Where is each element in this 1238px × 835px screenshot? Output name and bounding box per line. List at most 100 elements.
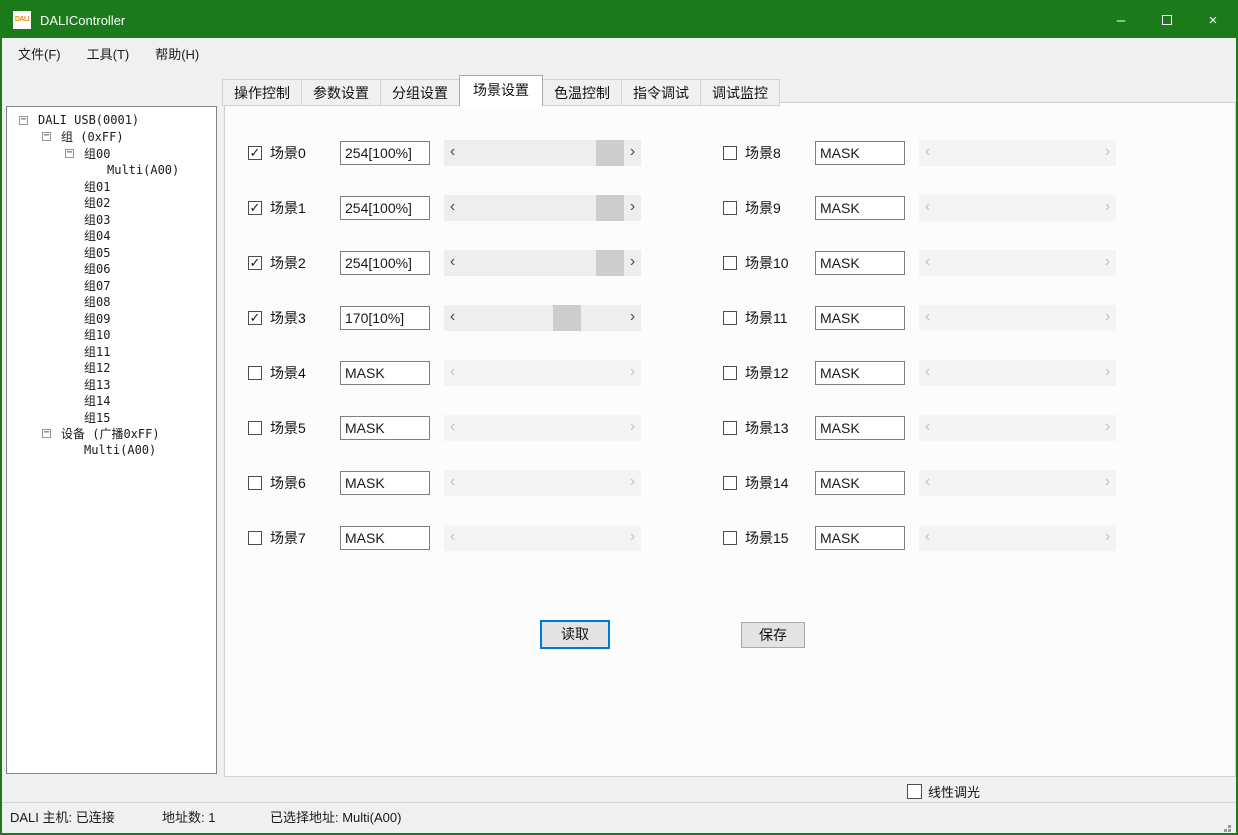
slider-thumb[interactable]: [596, 250, 624, 276]
minimize-button[interactable]: –: [1098, 2, 1144, 38]
scene-value-input[interactable]: [815, 251, 905, 275]
tab-参数设置[interactable]: 参数设置: [301, 79, 381, 106]
tree-item[interactable]: 组06: [7, 261, 216, 278]
scene-value-input[interactable]: [815, 306, 905, 330]
tree-item[interactable]: −DALI USB(0001): [7, 112, 216, 129]
scroll-left-icon[interactable]: ‹: [444, 195, 461, 221]
scene-value-input[interactable]: [815, 361, 905, 385]
scene-value-input[interactable]: [815, 416, 905, 440]
slider-thumb[interactable]: [553, 305, 581, 331]
tree-item[interactable]: −设备 (广播0xFF): [7, 426, 216, 443]
scroll-left-icon[interactable]: ‹: [444, 140, 461, 166]
scene-value-input[interactable]: [815, 141, 905, 165]
tree-item-label: 组15: [84, 409, 110, 426]
menu-item[interactable]: 工具(T): [74, 38, 143, 72]
scene-value-input[interactable]: [340, 471, 430, 495]
scene-checkbox[interactable]: ✓: [248, 256, 262, 270]
scene-value-input[interactable]: [340, 251, 430, 275]
tree-item[interactable]: 组01: [7, 178, 216, 195]
tree-item[interactable]: 组15: [7, 409, 216, 426]
scroll-right-icon: ›: [624, 415, 641, 441]
scene-value-input[interactable]: [340, 141, 430, 165]
scene-checkbox[interactable]: [248, 531, 262, 545]
scroll-right-icon[interactable]: ›: [624, 195, 641, 221]
scene-slider[interactable]: ‹›: [444, 195, 641, 221]
scene-slider[interactable]: ‹›: [444, 305, 641, 331]
tree-item[interactable]: 组03: [7, 211, 216, 228]
tab-色温控制[interactable]: 色温控制: [542, 79, 622, 106]
scene-checkbox[interactable]: [723, 421, 737, 435]
scene-value-input[interactable]: [815, 196, 905, 220]
scroll-left-icon[interactable]: ‹: [444, 250, 461, 276]
scene-slider[interactable]: ‹›: [444, 250, 641, 276]
scene-label: 场景6: [270, 473, 340, 493]
save-button[interactable]: 保存: [741, 622, 805, 648]
tree-item[interactable]: −组 (0xFF): [7, 129, 216, 146]
scene-value-input[interactable]: [340, 416, 430, 440]
tree-item[interactable]: 组05: [7, 244, 216, 261]
slider-thumb[interactable]: [596, 195, 624, 221]
scene-checkbox[interactable]: [723, 201, 737, 215]
tree-item[interactable]: 组14: [7, 393, 216, 410]
slider-thumb[interactable]: [596, 140, 624, 166]
tab-分组设置[interactable]: 分组设置: [380, 79, 460, 106]
scene-value-input[interactable]: [340, 526, 430, 550]
scene-label: 场景5: [270, 418, 340, 438]
resize-grip-icon[interactable]: [1228, 825, 1231, 828]
scene-checkbox[interactable]: [723, 146, 737, 160]
tree-item[interactable]: 组07: [7, 277, 216, 294]
scene-checkbox[interactable]: [248, 421, 262, 435]
scene-value-input[interactable]: [340, 306, 430, 330]
collapse-icon[interactable]: −: [65, 149, 74, 158]
tab-指令调试[interactable]: 指令调试: [621, 79, 701, 106]
collapse-icon[interactable]: −: [19, 116, 28, 125]
scene-value-input[interactable]: [340, 361, 430, 385]
scene-checkbox[interactable]: [248, 366, 262, 380]
scene-label: 场景0: [270, 143, 340, 163]
scroll-right-icon[interactable]: ›: [624, 250, 641, 276]
scene-checkbox[interactable]: [723, 256, 737, 270]
scroll-right-icon[interactable]: ›: [624, 305, 641, 331]
tree-item[interactable]: 组02: [7, 195, 216, 212]
scene-checkbox[interactable]: ✓: [248, 201, 262, 215]
tab-调试监控[interactable]: 调试监控: [700, 79, 780, 106]
scene-checkbox[interactable]: [723, 366, 737, 380]
scene-column-right: 场景8‹›场景9‹›场景10‹›场景11‹›场景12‹›场景13‹›场景14‹›…: [723, 125, 1153, 565]
read-button[interactable]: 读取: [540, 620, 610, 649]
tree-item[interactable]: 组10: [7, 327, 216, 344]
menu-item[interactable]: 帮助(H): [142, 38, 212, 72]
menu-item[interactable]: 文件(F): [5, 38, 74, 72]
scene-checkbox[interactable]: [723, 476, 737, 490]
tree-item[interactable]: −组00: [7, 145, 216, 162]
scene-slider[interactable]: ‹›: [444, 140, 641, 166]
scroll-left-icon[interactable]: ‹: [444, 305, 461, 331]
maximize-button[interactable]: [1144, 2, 1190, 38]
tree-item[interactable]: Multi(A00): [7, 442, 216, 459]
tree-item-label: 组14: [84, 392, 110, 409]
scroll-right-icon: ›: [1099, 415, 1116, 441]
tree-item[interactable]: 组08: [7, 294, 216, 311]
scene-value-input[interactable]: [815, 526, 905, 550]
close-button[interactable]: ×: [1190, 2, 1236, 38]
tree-item[interactable]: 组04: [7, 228, 216, 245]
scene-checkbox[interactable]: ✓: [248, 146, 262, 160]
tree-item[interactable]: 组09: [7, 310, 216, 327]
scene-checkbox[interactable]: [723, 311, 737, 325]
linear-dimming-checkbox[interactable]: [907, 784, 922, 799]
scene-value-input[interactable]: [340, 196, 430, 220]
scene-checkbox[interactable]: [248, 476, 262, 490]
collapse-icon[interactable]: −: [42, 132, 51, 141]
tree-item[interactable]: 组13: [7, 376, 216, 393]
scene-checkbox[interactable]: ✓: [248, 311, 262, 325]
tree-item[interactable]: 组11: [7, 343, 216, 360]
tree-item[interactable]: Multi(A00): [7, 162, 216, 179]
tree-item[interactable]: 组12: [7, 360, 216, 377]
tab-操作控制[interactable]: 操作控制: [222, 79, 302, 106]
tab-场景设置[interactable]: 场景设置: [459, 75, 543, 106]
status-item: 地址数: 1: [162, 803, 215, 833]
collapse-icon[interactable]: −: [42, 429, 51, 438]
scene-slider: ‹›: [444, 525, 641, 551]
scene-checkbox[interactable]: [723, 531, 737, 545]
scroll-right-icon[interactable]: ›: [624, 140, 641, 166]
scene-value-input[interactable]: [815, 471, 905, 495]
